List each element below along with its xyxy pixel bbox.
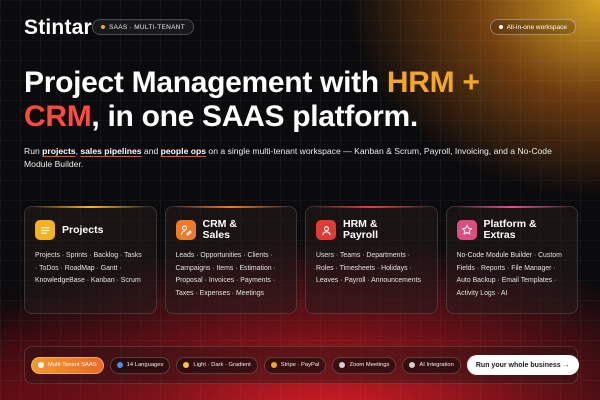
chip-multi-tenant[interactable]: Multi-Tenant SAAS	[31, 356, 104, 374]
list-icon	[35, 220, 55, 240]
chip-themes[interactable]: Light · Dark · Gradient	[176, 356, 258, 374]
card-header: Platform & Extras	[456, 217, 568, 243]
ai-icon	[409, 362, 416, 368]
headline-accent-hrm: HRM +	[386, 66, 480, 99]
subtext-highlight-sales: sales pipelines	[80, 146, 142, 156]
person-icon	[316, 220, 336, 240]
subtext-highlight-projects: projects	[42, 146, 76, 156]
headline-part1: Project Management with	[24, 66, 387, 99]
user-pen-icon	[175, 220, 196, 240]
card-title: CRM & Sales	[203, 219, 237, 241]
star-icon	[456, 220, 477, 240]
chip-label: 14 Languages	[126, 362, 164, 368]
feature-chip-bar: Multi-Tenant SAAS 14 Languages Light · D…	[24, 346, 579, 384]
card-title: Projects	[62, 223, 104, 236]
subtext-lead: Run	[24, 146, 43, 156]
logo-text: Stintar	[24, 16, 92, 39]
globe-icon	[116, 362, 123, 368]
card-body: Projects · Sprints · Backlog · Tasks · T…	[35, 252, 142, 285]
subtext-highlight-people: people ops	[160, 146, 207, 156]
chip-label: Light · Dark · Gradient	[193, 362, 251, 368]
card-title: Platform & Extras	[484, 219, 537, 241]
card-title-line2: Sales	[202, 229, 230, 241]
workspace-badge-dot-icon	[498, 25, 503, 29]
video-icon	[339, 362, 346, 368]
chip-dot-icon	[38, 362, 44, 368]
chip-payments[interactable]: Stripe · PayPal	[263, 356, 327, 374]
page-subtext: Run projects, sales pipelines and people…	[24, 145, 564, 171]
page-headline: Project Management with HRM + CRM, in one…	[24, 66, 584, 134]
card-title: HRM & Payroll	[343, 219, 378, 241]
card-hrm-payroll[interactable]: HRM & Payroll Users · Teams · Department…	[305, 206, 438, 314]
headline-part2: , in one SAAS platform.	[91, 100, 418, 133]
subtext-mid: and	[141, 146, 161, 156]
chip-label: AI Integration	[419, 362, 454, 368]
chip-label: Multi-Tenant SAAS	[48, 362, 97, 368]
card-projects[interactable]: Projects Projects · Sprints · Backlog · …	[24, 206, 157, 314]
run-business-button[interactable]: Run your whole business →	[466, 355, 579, 375]
background-grid	[0, 0, 600, 400]
card-title-line2: Payroll	[343, 229, 379, 241]
chip-ai[interactable]: AI Integration	[402, 356, 461, 374]
chip-label: Stripe · PayPal	[280, 362, 320, 368]
workspace-badge: All-in-one workspace	[489, 19, 576, 35]
chip-zoom[interactable]: Zoom Meetings	[332, 356, 397, 374]
theme-icon	[183, 362, 190, 368]
card-header: Projects	[35, 217, 146, 243]
feature-cards: Projects Projects · Sprints · Backlog · …	[24, 206, 578, 314]
card-payment-icon	[270, 362, 277, 368]
badge-dot-icon	[101, 25, 105, 29]
logo[interactable]: Stintar	[24, 16, 92, 40]
headline-accent-crm: CRM	[24, 100, 92, 133]
card-body: No-Code Module Builder · Custom Fields ·…	[456, 252, 562, 297]
workspace-badge-label: All-in-one workspace	[506, 23, 567, 31]
card-title-line2: Extras	[483, 229, 516, 241]
card-body: Users · Teams · Departments · Roles · Ti…	[316, 252, 421, 285]
card-platform-extras[interactable]: Platform & Extras No-Code Module Builder…	[445, 206, 578, 314]
chip-languages[interactable]: 14 Languages	[109, 356, 171, 374]
cta-label: Run your whole business →	[475, 361, 570, 369]
card-body: Leads · Opportunities · Clients · Campai…	[175, 252, 276, 297]
card-header: CRM & Sales	[175, 217, 287, 243]
page: Stintar SAAS · MULTI-TENANT All-in-one w…	[0, 0, 600, 400]
chip-label: Zoom Meetings	[349, 362, 390, 368]
saas-badge-label: SAAS · MULTI-TENANT	[109, 23, 186, 31]
card-header: HRM & Payroll	[316, 217, 427, 243]
saas-badge: SAAS · MULTI-TENANT	[92, 19, 195, 35]
card-crm-sales[interactable]: CRM & Sales Leads · Opportunities · Clie…	[164, 206, 297, 314]
